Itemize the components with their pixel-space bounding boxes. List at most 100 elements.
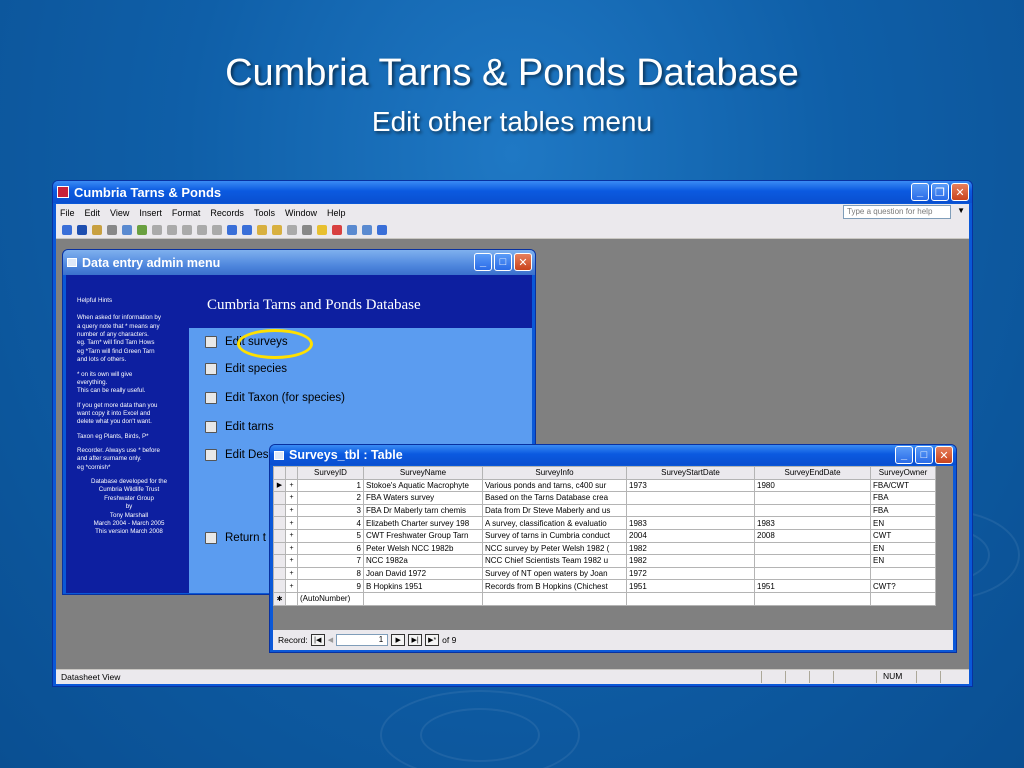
table-cell[interactable]: Based on the Tarns Database crea bbox=[482, 491, 627, 505]
table-cell[interactable]: EN bbox=[870, 516, 936, 530]
expand-icon[interactable]: + bbox=[285, 516, 298, 530]
select-all-cell[interactable] bbox=[273, 466, 286, 480]
table-row[interactable]: +2 FBA Waters survey Based on the Tarns Da… bbox=[273, 491, 936, 505]
table-cell[interactable] bbox=[754, 591, 871, 606]
copy-icon[interactable] bbox=[167, 224, 177, 235]
new-object-icon[interactable] bbox=[362, 224, 372, 235]
table-cell[interactable]: 9 bbox=[297, 579, 364, 593]
cut-icon[interactable] bbox=[152, 224, 162, 235]
expand-icon[interactable]: + bbox=[285, 566, 298, 581]
sort-ascending-icon[interactable] bbox=[227, 224, 237, 235]
column-header[interactable]: SurveyID bbox=[297, 466, 364, 480]
table-cell[interactable]: 4 bbox=[297, 516, 364, 530]
table-cell[interactable]: NCC 1982a bbox=[363, 554, 483, 568]
table-cell[interactable]: 1983 bbox=[626, 516, 755, 530]
current-record-field[interactable]: 1 bbox=[336, 634, 389, 646]
table-cell[interactable]: Joan David 1972 bbox=[363, 566, 483, 581]
minimize-button[interactable]: _ bbox=[474, 253, 492, 271]
new-record-icon[interactable] bbox=[317, 224, 327, 235]
edit-tarns-option[interactable]: Edit tarns bbox=[205, 421, 274, 433]
table-cell[interactable]: 2008 bbox=[754, 528, 871, 543]
table-cell[interactable]: 2 bbox=[297, 491, 364, 505]
expand-icon[interactable]: + bbox=[285, 541, 298, 556]
table-row[interactable]: +5 CWT Freshwater Group Tarn Survey of tar… bbox=[273, 528, 936, 543]
close-button[interactable]: ✕ bbox=[951, 183, 969, 201]
table-cell[interactable]: 1951 bbox=[754, 579, 871, 593]
menu-insert[interactable]: Insert bbox=[139, 208, 162, 218]
maximize-button[interactable]: □ bbox=[915, 446, 933, 464]
maximize-button[interactable]: □ bbox=[494, 253, 512, 271]
new-record-row[interactable]: ✱ (AutoNumber) bbox=[273, 591, 936, 606]
table-cell[interactable]: FBA Waters survey bbox=[363, 491, 483, 505]
menu-records[interactable]: Records bbox=[210, 208, 244, 218]
minimize-button[interactable]: _ bbox=[911, 183, 929, 201]
expand-icon[interactable]: + bbox=[285, 503, 298, 518]
column-header[interactable]: SurveyStartDate bbox=[626, 466, 755, 480]
table-cell[interactable] bbox=[754, 566, 871, 581]
row-selector[interactable] bbox=[273, 503, 286, 518]
table-cell[interactable] bbox=[482, 591, 627, 606]
edit-descriptions-option[interactable]: Edit Des bbox=[205, 449, 268, 461]
table-cell[interactable]: A survey, classification & evaluatio bbox=[482, 516, 627, 530]
table-cell[interactable] bbox=[754, 554, 871, 568]
expand-icon[interactable]: + bbox=[285, 554, 298, 568]
table-cell[interactable]: NCC survey by Peter Welsh 1982 ( bbox=[482, 541, 627, 556]
row-selector[interactable] bbox=[273, 566, 286, 581]
save-icon[interactable] bbox=[77, 224, 87, 235]
table-cell[interactable]: EN bbox=[870, 554, 936, 568]
row-selector[interactable] bbox=[273, 579, 286, 593]
menu-file[interactable]: File bbox=[60, 208, 75, 218]
view-icon[interactable] bbox=[62, 224, 72, 235]
delete-record-icon[interactable] bbox=[332, 224, 342, 235]
menu-help[interactable]: Help bbox=[327, 208, 346, 218]
table-cell[interactable]: FBA bbox=[870, 491, 936, 505]
table-cell[interactable]: 1973 bbox=[626, 478, 755, 493]
first-record-button[interactable]: |◀ bbox=[310, 634, 325, 646]
table-cell[interactable]: 1982 bbox=[626, 541, 755, 556]
search-icon[interactable] bbox=[92, 224, 102, 235]
table-cell[interactable]: FBA Dr Maberly tarn chemis bbox=[363, 503, 483, 518]
menu-tools[interactable]: Tools bbox=[254, 208, 275, 218]
sort-descending-icon[interactable] bbox=[242, 224, 252, 235]
row-selector[interactable] bbox=[273, 541, 286, 556]
minimize-button[interactable]: _ bbox=[895, 446, 913, 464]
column-header[interactable]: SurveyName bbox=[363, 466, 483, 480]
table-row[interactable]: +3 FBA Dr Maberly tarn chemis Data from Dr… bbox=[273, 503, 936, 518]
table-row[interactable]: +4 Elizabeth Charter survey 198 A survey, … bbox=[273, 516, 936, 530]
table-cell[interactable]: Peter Welsh NCC 1982b bbox=[363, 541, 483, 556]
new-record-button[interactable]: ▶* bbox=[425, 634, 440, 646]
table-cell[interactable] bbox=[363, 591, 483, 606]
next-record-button[interactable]: ▶ bbox=[391, 634, 406, 646]
table-cell[interactable] bbox=[870, 591, 936, 606]
table-cell[interactable] bbox=[754, 541, 871, 556]
column-header[interactable]: SurveyOwner bbox=[870, 466, 936, 480]
previous-record-icon[interactable]: ◀ bbox=[328, 636, 333, 644]
table-cell[interactable]: Survey of NT open waters by Joan bbox=[482, 566, 627, 581]
return-option[interactable]: Return t bbox=[205, 532, 266, 544]
table-row[interactable]: +9 B Hopkins 1951 Records from B Hopkins (… bbox=[273, 579, 936, 593]
expand-icon[interactable]: + bbox=[285, 528, 298, 543]
table-cell[interactable]: 8 bbox=[297, 566, 364, 581]
table-cell[interactable]: 7 bbox=[297, 554, 364, 568]
table-cell[interactable]: 6 bbox=[297, 541, 364, 556]
row-selector[interactable] bbox=[273, 491, 286, 505]
print-icon[interactable] bbox=[107, 224, 117, 235]
undo-icon[interactable] bbox=[197, 224, 207, 235]
row-selector[interactable]: ▶ bbox=[273, 478, 286, 493]
app-titlebar[interactable]: Cumbria Tarns & Ponds _ ❐ ✕ bbox=[53, 181, 972, 203]
table-cell[interactable]: CWT? bbox=[870, 579, 936, 593]
table-cell[interactable] bbox=[754, 503, 871, 518]
table-cell[interactable]: (AutoNumber) bbox=[297, 591, 364, 606]
chevron-down-icon[interactable]: ▼ bbox=[957, 206, 965, 215]
table-cell[interactable]: 1951 bbox=[626, 579, 755, 593]
new-row-icon[interactable]: ✱ bbox=[273, 591, 286, 606]
menu-window[interactable]: Window bbox=[285, 208, 317, 218]
column-header[interactable]: SurveyEndDate bbox=[754, 466, 871, 480]
expand-icon[interactable]: + bbox=[285, 478, 298, 493]
table-row[interactable]: ▶ +1 Stokoe's Aquatic Macrophyte Various po… bbox=[273, 478, 936, 493]
table-cell[interactable]: CWT bbox=[870, 528, 936, 543]
close-button[interactable]: ✕ bbox=[514, 253, 532, 271]
table-cell[interactable]: CWT Freshwater Group Tarn bbox=[363, 528, 483, 543]
expand-icon[interactable]: + bbox=[285, 579, 298, 593]
table-cell[interactable]: 5 bbox=[297, 528, 364, 543]
